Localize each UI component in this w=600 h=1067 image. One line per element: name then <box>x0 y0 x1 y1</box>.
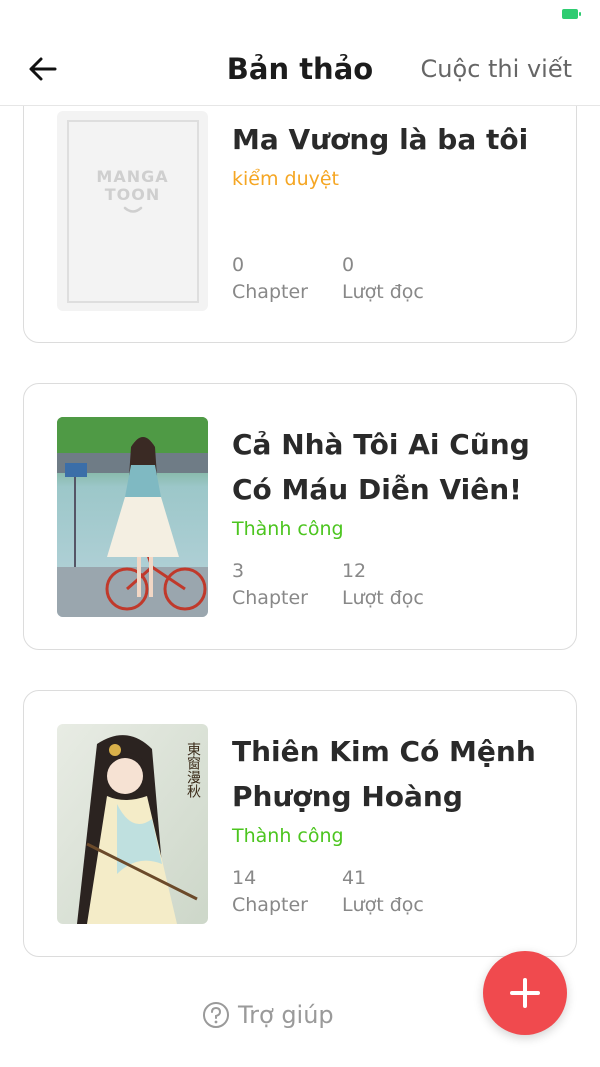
book-title: Thiên Kim Có Mệnh Phượng Hoàng <box>232 735 536 813</box>
add-draft-button[interactable] <box>483 951 567 1035</box>
battery-charging-icon <box>562 9 581 19</box>
drafts-list[interactable]: MANGA TOON Ma Vương là ba tôi kiểm duyệt… <box>0 106 600 1067</box>
status-badge: kiểm duyệt <box>232 168 340 190</box>
girl-with-bicycle-cover <box>57 417 208 617</box>
book-title: Ma Vương là ba tôi <box>232 123 529 156</box>
chapter-count: 14 Chapter <box>232 867 308 916</box>
read-count: 0 Lượt đọc <box>341 254 424 303</box>
plus-icon <box>510 978 540 1008</box>
help-label: Trợ giúp <box>238 1001 334 1029</box>
status-bar <box>0 0 600 30</box>
book-title: Cả Nhà Tôi Ai Cũng Có Máu Diễn Viên! <box>232 428 530 506</box>
mangatoon-logo: MANGA TOON <box>96 167 168 214</box>
writing-contest-link[interactable]: Cuộc thi viết <box>421 55 572 83</box>
cover-calligraphy: 東窗漫秋 <box>185 742 201 798</box>
draft-card[interactable]: MANGA TOON Ma Vương là ba tôi kiểm duyệt… <box>23 106 577 343</box>
status-badge: Thành công <box>232 518 344 540</box>
app-header: Bản thảo Cuộc thi viết <box>0 30 600 106</box>
read-count: 41 Lượt đọc <box>341 867 424 916</box>
status-badge: Thành công <box>232 825 344 847</box>
chapter-count: 0 Chapter <box>232 254 308 303</box>
help-link[interactable]: Trợ giúp <box>202 1001 334 1029</box>
draft-card[interactable]: 東窗漫秋 Thiên Kim Có Mệnh Phượng Hoàng Thàn… <box>23 690 577 957</box>
read-count: 12 Lượt đọc <box>341 560 424 609</box>
question-circle-icon <box>203 1002 229 1028</box>
book-cover: 東窗漫秋 <box>57 724 208 924</box>
book-cover <box>57 417 208 617</box>
chapter-count: 3 Chapter <box>232 560 308 609</box>
arrow-left-icon <box>29 57 57 81</box>
draft-card[interactable]: Cả Nhà Tôi Ai Cũng Có Máu Diễn Viên! Thà… <box>23 383 577 650</box>
hanfu-lady-cover: 東窗漫秋 <box>57 724 208 924</box>
book-cover-placeholder: MANGA TOON <box>57 111 208 311</box>
back-button[interactable] <box>22 48 64 90</box>
